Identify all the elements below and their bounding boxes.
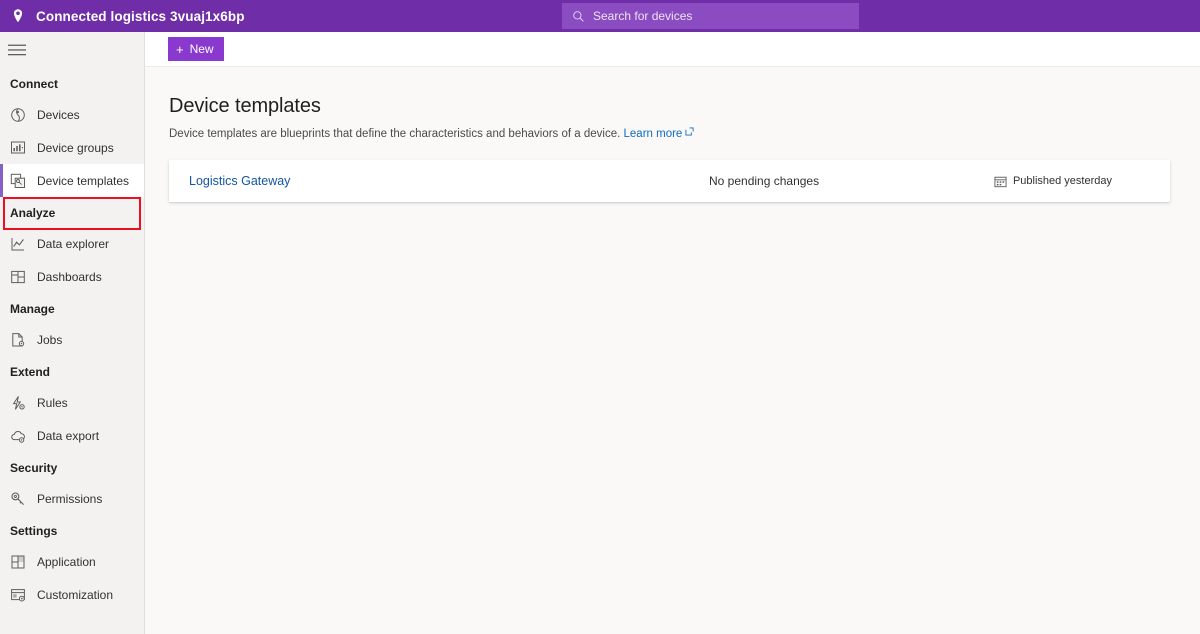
device-groups-icon (10, 140, 26, 156)
hamburger-menu-button[interactable] (0, 32, 145, 68)
devices-icon (10, 107, 26, 123)
location-pin-icon (10, 8, 26, 24)
hamburger-menu-icon (8, 44, 26, 56)
sidebar-section-security: Security (0, 452, 144, 482)
new-button-label: New (190, 42, 214, 56)
table-row[interactable]: Logistics Gateway No pending changes Pub… (169, 160, 1170, 202)
device-templates-icon (10, 173, 26, 189)
sidebar-item-device-templates[interactable]: Device templates (0, 164, 144, 197)
app-title: Connected logistics 3vuaj1x6bp (36, 9, 245, 24)
sidebar-item-devices[interactable]: Devices (0, 98, 144, 131)
search-box[interactable] (562, 3, 859, 29)
sidebar-item-label: Permissions (37, 492, 102, 506)
sidebar-section-analyze: Analyze (0, 197, 144, 227)
page-title: Device templates (169, 93, 1170, 119)
device-templates-list: Logistics Gateway No pending changes Pub… (169, 160, 1170, 202)
sidebar-item-dashboards[interactable]: Dashboards (0, 260, 144, 293)
sidebar-item-label: Data explorer (37, 237, 109, 251)
sidebar-section-connect: Connect (0, 68, 144, 98)
data-explorer-icon (10, 236, 26, 252)
sidebar-item-jobs[interactable]: Jobs (0, 323, 144, 356)
jobs-icon (10, 332, 26, 348)
page-description-text: Device templates are blueprints that def… (169, 128, 620, 140)
sidebar-item-device-groups[interactable]: Device groups (0, 131, 144, 164)
sidebar-item-label: Data export (37, 429, 99, 443)
sidebar-item-label: Device templates (37, 174, 129, 188)
sidebar-item-label: Customization (37, 588, 113, 602)
top-bar: Connected logistics 3vuaj1x6bp (0, 0, 1200, 32)
sidebar-item-rules[interactable]: Rules (0, 386, 144, 419)
sidebar-item-permissions[interactable]: Permissions (0, 482, 144, 515)
sidebar-item-label: Application (37, 555, 96, 569)
sidebar-item-customization[interactable]: Customization (0, 578, 144, 611)
sidebar-item-label: Dashboards (37, 270, 102, 284)
sidebar-section-extend: Extend (0, 356, 144, 386)
page-description: Device templates are blueprints that def… (169, 126, 1170, 142)
permissions-key-icon (10, 491, 26, 507)
sidebar-section-settings: Settings (0, 515, 144, 545)
app-brand[interactable]: Connected logistics 3vuaj1x6bp (0, 0, 245, 32)
page-content: Device templates Device templates are bl… (145, 67, 1200, 202)
main-content: + New Device templates Device templates … (145, 32, 1200, 634)
template-published-label: Published yesterday (1013, 175, 1112, 187)
template-name-link[interactable]: Logistics Gateway (189, 174, 709, 188)
external-link-icon (685, 127, 694, 136)
plus-icon: + (176, 43, 184, 56)
template-status: No pending changes (709, 174, 994, 188)
sidebar: Connect Devices Device groups Device tem… (0, 32, 145, 634)
calendar-icon (994, 175, 1007, 188)
sidebar-item-data-export[interactable]: Data export (0, 419, 144, 452)
learn-more-link[interactable]: Learn more (624, 128, 683, 140)
dashboards-icon (10, 269, 26, 285)
template-published: Published yesterday (994, 175, 1155, 188)
search-icon (572, 10, 585, 23)
rules-icon (10, 395, 26, 411)
sidebar-item-data-explorer[interactable]: Data explorer (0, 227, 144, 260)
command-bar: + New (145, 32, 1200, 67)
sidebar-item-application[interactable]: Application (0, 545, 144, 578)
customization-icon (10, 587, 26, 603)
new-button[interactable]: + New (168, 37, 224, 61)
data-export-icon (10, 428, 26, 444)
sidebar-section-manage: Manage (0, 293, 144, 323)
sidebar-item-label: Jobs (37, 333, 62, 347)
sidebar-item-label: Devices (37, 108, 80, 122)
sidebar-item-label: Device groups (37, 141, 114, 155)
search-input[interactable] (593, 4, 849, 28)
sidebar-item-label: Rules (37, 396, 68, 410)
application-icon (10, 554, 26, 570)
learn-more-label: Learn more (624, 128, 683, 140)
